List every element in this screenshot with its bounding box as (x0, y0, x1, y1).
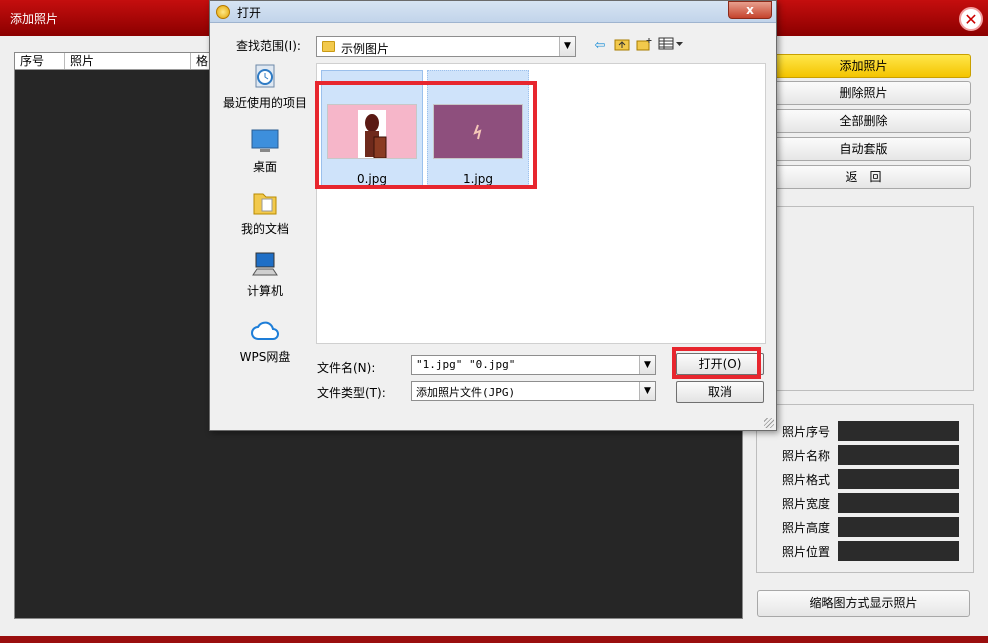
window-title: 添加照片 (10, 12, 59, 26)
bottom-bar (0, 636, 988, 643)
info-value (838, 421, 959, 441)
info-label: 照片序号 (782, 425, 831, 439)
column-header-index[interactable]: 序号 (15, 53, 65, 69)
dialog-title: 打开 (237, 6, 262, 20)
new-folder-icon[interactable] (635, 37, 653, 55)
filetype-select[interactable]: 添加照片文件(JPG) ▼ (411, 381, 656, 401)
resize-grip-icon[interactable] (764, 418, 774, 428)
add-photo-button[interactable]: 添加照片 (756, 54, 971, 78)
info-label: 照片格式 (782, 473, 831, 487)
info-value (838, 445, 959, 465)
places-bar: 最近使用的项目 桌面 我的文档 计算机 WPS网盘 (215, 61, 315, 406)
folder-icon (322, 41, 335, 52)
documents-folder-icon (253, 193, 277, 215)
place-documents[interactable]: 我的文档 (215, 189, 315, 237)
highlight-box-open (672, 347, 761, 379)
place-label: WPS网盘 (239, 350, 291, 364)
info-value (838, 541, 959, 561)
info-row-name: 照片名称 (782, 445, 972, 465)
photo-preview (756, 206, 974, 391)
filename-input[interactable]: "1.jpg" "0.jpg" ▼ (411, 355, 656, 375)
info-row-format: 照片格式 (782, 469, 972, 489)
place-label: 桌面 (252, 160, 277, 174)
lookin-combo[interactable]: 示例图片 ▼ (316, 36, 576, 57)
info-label: 照片名称 (782, 449, 831, 463)
info-value (838, 493, 959, 513)
place-label: 最近使用的项目 (222, 96, 307, 110)
thumbnail-view-button[interactable]: 缩略图方式显示照片 (757, 590, 970, 617)
back-arrow-icon[interactable]: ⇦ (591, 37, 609, 55)
info-label: 照片宽度 (782, 497, 831, 511)
open-file-dialog: 打开 x 查找范围(I): 示例图片 ▼ ⇦ 最近使用的项目 桌面 我的文档 计… (209, 0, 777, 431)
delete-photo-button[interactable]: 删除照片 (756, 81, 971, 105)
up-folder-icon[interactable] (613, 37, 631, 55)
place-label: 计算机 (246, 284, 283, 298)
column-header-photo[interactable]: 照片 (65, 53, 191, 69)
lookin-label: 查找范围(I): (236, 39, 301, 53)
place-recent[interactable]: 最近使用的项目 (215, 63, 315, 111)
dialog-close-button[interactable]: x (728, 1, 772, 19)
chevron-down-icon[interactable]: ▼ (639, 382, 655, 400)
dialog-title-bar: 打开 x (210, 1, 776, 23)
auto-layout-button[interactable]: 自动套版 (756, 137, 971, 161)
photo-info-panel: 照片序号 照片名称 照片格式 照片宽度 照片高度 照片位置 (756, 404, 974, 573)
lookin-value: 示例图片 (341, 42, 390, 56)
place-wps-cloud[interactable]: WPS网盘 (215, 317, 315, 365)
info-value (838, 517, 959, 537)
info-row-width: 照片宽度 (782, 493, 972, 513)
filetype-label: 文件类型(T): (317, 386, 386, 400)
delete-all-button[interactable]: 全部删除 (756, 109, 971, 133)
chevron-down-icon[interactable]: ▼ (559, 37, 575, 56)
highlight-box-files (315, 81, 537, 189)
back-button[interactable]: 返 回 (756, 165, 971, 189)
info-row-index: 照片序号 (782, 421, 972, 441)
close-icon[interactable]: ✕ (959, 7, 983, 31)
cancel-button[interactable]: 取消 (676, 381, 764, 403)
desktop-icon (251, 129, 279, 152)
place-computer[interactable]: 计算机 (215, 251, 315, 299)
info-label: 照片高度 (782, 521, 831, 535)
cloud-icon (251, 321, 279, 340)
chevron-down-icon[interactable]: ▼ (639, 356, 655, 374)
app-icon (216, 5, 230, 19)
filename-label: 文件名(N): (317, 361, 376, 375)
info-label: 照片位置 (782, 545, 831, 559)
computer-icon (252, 252, 278, 276)
place-label: 我的文档 (240, 222, 289, 236)
recent-items-icon (255, 64, 275, 88)
info-value (838, 469, 959, 489)
filename-value: "1.jpg" "0.jpg" (416, 358, 516, 371)
info-row-position: 照片位置 (782, 541, 972, 561)
place-desktop[interactable]: 桌面 (215, 127, 315, 175)
filetype-value: 添加照片文件(JPG) (416, 386, 516, 399)
info-row-height: 照片高度 (782, 517, 972, 537)
view-menu-icon[interactable] (657, 37, 687, 55)
